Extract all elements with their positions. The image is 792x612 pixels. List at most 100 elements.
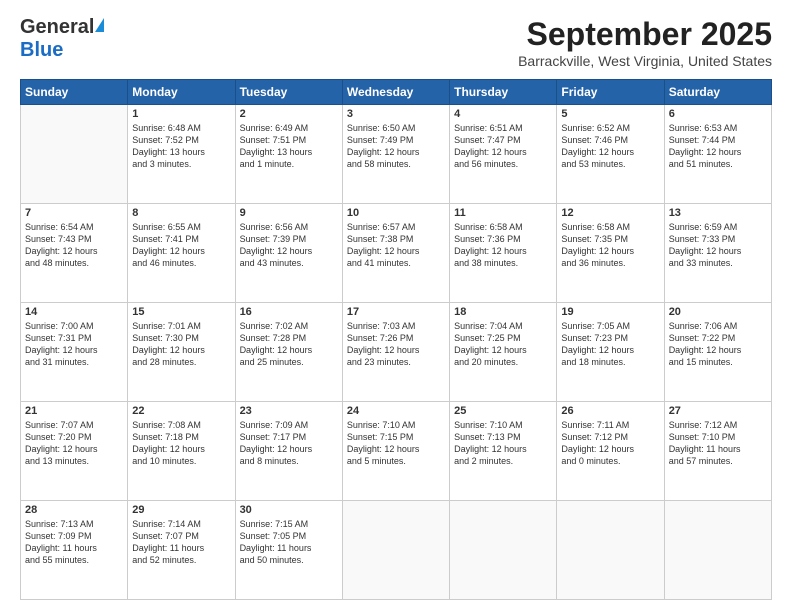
calendar-cell: 21 Sunrise: 7:07 AM Sunset: 7:20 PM Dayli…	[21, 402, 128, 501]
day-info: Sunrise: 6:52 AM Sunset: 7:46 PM Dayligh…	[561, 122, 659, 171]
calendar-cell: 4 Sunrise: 6:51 AM Sunset: 7:47 PM Daylig…	[450, 105, 557, 204]
day-number: 29	[132, 504, 230, 516]
day-number: 11	[454, 207, 552, 219]
day-number: 26	[561, 405, 659, 417]
day-info: Sunrise: 6:57 AM Sunset: 7:38 PM Dayligh…	[347, 221, 445, 270]
day-number: 16	[240, 306, 338, 318]
calendar-cell: 27Sunrise: 7:12 AM Sunset: 7:10 PM Dayli…	[664, 402, 771, 501]
calendar-cell: 17 Sunrise: 7:03 AM Sunset: 7:26 PM Dayli…	[342, 303, 449, 402]
calendar-cell: 7Sunrise: 6:54 AM Sunset: 7:43 PM Daylig…	[21, 204, 128, 303]
day-number: 24	[347, 405, 445, 417]
day-number: 22	[132, 405, 230, 417]
weekday-header-sunday: Sunday	[21, 80, 128, 105]
day-info: Sunrise: 6:56 AM Sunset: 7:39 PM Dayligh…	[240, 221, 338, 270]
day-number: 18	[454, 306, 552, 318]
calendar-cell: 2 Sunrise: 6:49 AM Sunset: 7:51 PM Daylig…	[235, 105, 342, 204]
calendar-cell: 30 Sunrise: 7:15 AM Sunset: 7:05 PM Dayli…	[235, 501, 342, 600]
calendar-cell: 12 Sunrise: 6:58 AM Sunset: 7:35 PM Dayli…	[557, 204, 664, 303]
day-info: Sunrise: 7:08 AM Sunset: 7:18 PM Dayligh…	[132, 419, 230, 468]
day-info: Sunrise: 7:10 AM Sunset: 7:15 PM Dayligh…	[347, 419, 445, 468]
day-number: 21	[25, 405, 123, 417]
day-number: 9	[240, 207, 338, 219]
day-info: Sunrise: 7:03 AM Sunset: 7:26 PM Dayligh…	[347, 320, 445, 369]
calendar-table: SundayMondayTuesdayWednesdayThursdayFrid…	[20, 79, 772, 600]
day-info: Sunrise: 7:12 AM Sunset: 7:10 PM Dayligh…	[669, 419, 767, 468]
location: Barrackville, West Virginia, United Stat…	[518, 53, 772, 69]
title-block: September 2025 Barrackville, West Virgin…	[518, 16, 772, 69]
day-number: 20	[669, 306, 767, 318]
calendar-cell: 8Sunrise: 6:55 AM Sunset: 7:41 PM Daylig…	[128, 204, 235, 303]
day-number: 15	[132, 306, 230, 318]
day-info: Sunrise: 7:05 AM Sunset: 7:23 PM Dayligh…	[561, 320, 659, 369]
day-number: 5	[561, 108, 659, 120]
day-number: 6	[669, 108, 767, 120]
day-info: Sunrise: 7:01 AM Sunset: 7:30 PM Dayligh…	[132, 320, 230, 369]
logo-triangle-icon	[95, 18, 104, 32]
calendar-cell: 19Sunrise: 7:05 AM Sunset: 7:23 PM Dayli…	[557, 303, 664, 402]
weekday-header-monday: Monday	[128, 80, 235, 105]
day-info: Sunrise: 6:49 AM Sunset: 7:51 PM Dayligh…	[240, 122, 338, 171]
day-info: Sunrise: 7:14 AM Sunset: 7:07 PM Dayligh…	[132, 518, 230, 567]
calendar-cell	[21, 105, 128, 204]
day-number: 10	[347, 207, 445, 219]
day-info: Sunrise: 6:54 AM Sunset: 7:43 PM Dayligh…	[25, 221, 123, 270]
header: General Blue September 2025 Barrackville…	[20, 16, 772, 69]
day-number: 14	[25, 306, 123, 318]
calendar-cell: 22 Sunrise: 7:08 AM Sunset: 7:18 PM Dayli…	[128, 402, 235, 501]
calendar-cell: 24 Sunrise: 7:10 AM Sunset: 7:15 PM Dayli…	[342, 402, 449, 501]
weekday-header-saturday: Saturday	[664, 80, 771, 105]
calendar-cell: 1 Sunrise: 6:48 AM Sunset: 7:52 PM Daylig…	[128, 105, 235, 204]
day-number: 3	[347, 108, 445, 120]
calendar-cell	[664, 501, 771, 600]
weekday-header-wednesday: Wednesday	[342, 80, 449, 105]
day-info: Sunrise: 6:58 AM Sunset: 7:35 PM Dayligh…	[561, 221, 659, 270]
calendar-cell	[342, 501, 449, 600]
page: General Blue September 2025 Barrackville…	[0, 0, 792, 612]
day-info: Sunrise: 6:53 AM Sunset: 7:44 PM Dayligh…	[669, 122, 767, 171]
month-title: September 2025	[518, 16, 772, 53]
day-info: Sunrise: 7:15 AM Sunset: 7:05 PM Dayligh…	[240, 518, 338, 567]
day-number: 28	[25, 504, 123, 516]
day-number: 25	[454, 405, 552, 417]
calendar-cell: 28Sunrise: 7:13 AM Sunset: 7:09 PM Dayli…	[21, 501, 128, 600]
day-info: Sunrise: 7:02 AM Sunset: 7:28 PM Dayligh…	[240, 320, 338, 369]
logo: General Blue	[20, 16, 104, 62]
day-number: 8	[132, 207, 230, 219]
calendar-cell: 3 Sunrise: 6:50 AM Sunset: 7:49 PM Daylig…	[342, 105, 449, 204]
logo-general-text: General	[20, 16, 94, 39]
day-info: Sunrise: 7:09 AM Sunset: 7:17 PM Dayligh…	[240, 419, 338, 468]
calendar-cell: 29 Sunrise: 7:14 AM Sunset: 7:07 PM Dayli…	[128, 501, 235, 600]
calendar-cell	[450, 501, 557, 600]
calendar-cell	[557, 501, 664, 600]
day-number: 2	[240, 108, 338, 120]
day-info: Sunrise: 6:59 AM Sunset: 7:33 PM Dayligh…	[669, 221, 767, 270]
weekday-header-thursday: Thursday	[450, 80, 557, 105]
weekday-header-tuesday: Tuesday	[235, 80, 342, 105]
day-info: Sunrise: 7:11 AM Sunset: 7:12 PM Dayligh…	[561, 419, 659, 468]
calendar-cell: 5 Sunrise: 6:52 AM Sunset: 7:46 PM Daylig…	[557, 105, 664, 204]
day-number: 13	[669, 207, 767, 219]
day-info: Sunrise: 7:00 AM Sunset: 7:31 PM Dayligh…	[25, 320, 123, 369]
calendar-cell: 14 Sunrise: 7:00 AM Sunset: 7:31 PM Dayli…	[21, 303, 128, 402]
calendar-cell: 6 Sunrise: 6:53 AM Sunset: 7:44 PM Daylig…	[664, 105, 771, 204]
day-info: Sunrise: 7:10 AM Sunset: 7:13 PM Dayligh…	[454, 419, 552, 468]
day-number: 12	[561, 207, 659, 219]
calendar-cell: 10 Sunrise: 6:57 AM Sunset: 7:38 PM Dayli…	[342, 204, 449, 303]
calendar-cell: 16 Sunrise: 7:02 AM Sunset: 7:28 PM Dayli…	[235, 303, 342, 402]
day-info: Sunrise: 7:07 AM Sunset: 7:20 PM Dayligh…	[25, 419, 123, 468]
calendar-cell: 25 Sunrise: 7:10 AM Sunset: 7:13 PM Dayli…	[450, 402, 557, 501]
day-info: Sunrise: 6:50 AM Sunset: 7:49 PM Dayligh…	[347, 122, 445, 171]
day-number: 1	[132, 108, 230, 120]
calendar-cell: 9 Sunrise: 6:56 AM Sunset: 7:39 PM Daylig…	[235, 204, 342, 303]
day-info: Sunrise: 6:51 AM Sunset: 7:47 PM Dayligh…	[454, 122, 552, 171]
calendar-cell: 15 Sunrise: 7:01 AM Sunset: 7:30 PM Dayli…	[128, 303, 235, 402]
weekday-header-friday: Friday	[557, 80, 664, 105]
day-number: 30	[240, 504, 338, 516]
day-info: Sunrise: 7:04 AM Sunset: 7:25 PM Dayligh…	[454, 320, 552, 369]
calendar-cell: 13 Sunrise: 6:59 AM Sunset: 7:33 PM Dayli…	[664, 204, 771, 303]
day-info: Sunrise: 7:06 AM Sunset: 7:22 PM Dayligh…	[669, 320, 767, 369]
calendar-cell: 26 Sunrise: 7:11 AM Sunset: 7:12 PM Dayli…	[557, 402, 664, 501]
day-number: 4	[454, 108, 552, 120]
day-info: Sunrise: 6:48 AM Sunset: 7:52 PM Dayligh…	[132, 122, 230, 171]
day-number: 17	[347, 306, 445, 318]
